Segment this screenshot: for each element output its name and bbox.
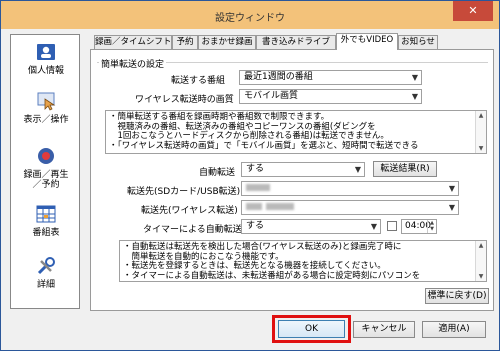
- tab-auto-recording[interactable]: おまかせ録画: [198, 35, 256, 49]
- window-title: 設定ウィンドウ: [215, 13, 285, 24]
- auto-transfer-label: 自動転送: [199, 168, 236, 178]
- sidebar-item-personal[interactable]: 個人情報: [11, 41, 81, 76]
- auto-transfer-note[interactable]: ・自動転送は転送先を検出した場合(ワイヤレス転送のみ)と録画完了時に 簡単転送を…: [119, 240, 487, 282]
- program-label: 転送する番組: [171, 76, 226, 86]
- settings-sidebar: 個人情報 表示／操作 録画／再生／予約 番組表 詳細: [10, 34, 80, 309]
- close-button[interactable]: ✕: [453, 1, 493, 21]
- cancel-button[interactable]: キャンセル: [353, 321, 415, 338]
- apply-button[interactable]: 適用(A): [422, 321, 486, 338]
- dest-wireless-label: 転送先(ワイヤレス転送): [141, 206, 238, 216]
- chevron-down-icon: ▼: [411, 73, 418, 82]
- sidebar-item-advanced[interactable]: 詳細: [11, 255, 81, 290]
- chevron-down-icon: ▼: [370, 222, 377, 231]
- dest-sd-label: 転送先(SDカード/USB転送): [127, 187, 241, 197]
- hand-pointer-icon: [37, 92, 56, 111]
- tab-write-drive[interactable]: 書き込みドライブ: [256, 35, 336, 49]
- sidebar-item-label: 番組表: [32, 228, 60, 238]
- chevron-down-icon: ▼: [354, 165, 361, 174]
- grid-icon: [36, 205, 56, 223]
- quality-label: ワイヤレス転送時の画質: [135, 95, 234, 105]
- transfer-result-button[interactable]: 転送結果(R): [373, 161, 437, 177]
- timer-time-input[interactable]: 04:00 ▲ ▼: [401, 219, 437, 234]
- tab-panel: 簡単転送の設定 転送する番組 最近1週間の番組 ▼ ワイヤレス転送時の画質 モバイ…: [90, 49, 494, 311]
- chevron-down-icon: ▼: [448, 184, 455, 193]
- chevron-down-icon: ▼: [448, 203, 455, 212]
- group-legend: 簡単転送の設定: [99, 57, 167, 70]
- title-bar[interactable]: 設定ウィンドウ ✕: [1, 1, 499, 29]
- sidebar-item-label: 詳細: [36, 280, 55, 290]
- tools-icon: [37, 257, 55, 275]
- scrollbar[interactable]: ▲ ▼: [475, 241, 486, 281]
- id-card-icon: [37, 44, 55, 60]
- timer-checkbox[interactable]: [387, 221, 397, 231]
- tab-outside-video[interactable]: 外でもVIDEO: [336, 33, 398, 50]
- quality-select[interactable]: モバイル画質 ▼: [239, 89, 422, 104]
- sidebar-item-label: 表示／操作: [23, 115, 69, 125]
- spin-icon[interactable]: ▲ ▼: [427, 220, 436, 233]
- tab-reservation[interactable]: 予約: [172, 35, 198, 49]
- easy-transfer-note[interactable]: ・簡単転送する番組を録画時期や番組数で制限できます。 視聴済みの番組、転送済みの…: [105, 110, 487, 154]
- sidebar-item-recording[interactable]: 録画／再生／予約: [11, 145, 81, 190]
- dest-sd-select[interactable]: ▼: [241, 181, 459, 196]
- restore-defaults-button[interactable]: 標準に戻す(D): [425, 288, 489, 304]
- tab-recording-timeshift[interactable]: 録画／タイムシフト: [94, 35, 172, 49]
- scrollbar[interactable]: ▲ ▼: [475, 111, 486, 153]
- sidebar-item-display[interactable]: 表示／操作: [11, 90, 81, 125]
- timer-select[interactable]: する ▼: [241, 219, 381, 234]
- program-select[interactable]: 最近1週間の番組 ▼: [239, 70, 422, 85]
- auto-transfer-select[interactable]: する ▼: [241, 162, 365, 177]
- chevron-down-icon: ▼: [411, 92, 418, 101]
- record-icon: [38, 148, 54, 164]
- timer-label: タイマーによる自動転送: [143, 225, 242, 235]
- sidebar-item-label: 録画／再生／予約: [23, 170, 69, 190]
- tab-notices[interactable]: お知らせ: [398, 35, 438, 49]
- sidebar-item-label: 個人情報: [27, 66, 64, 76]
- dest-wireless-select[interactable]: ▼: [241, 200, 459, 215]
- sidebar-item-guide[interactable]: 番組表: [11, 203, 81, 238]
- highlight-box: [272, 315, 351, 343]
- settings-window: 設定ウィンドウ ✕ 個人情報 表示／操作 録画／再生／予約 番組表 詳細 録画／…: [0, 0, 500, 351]
